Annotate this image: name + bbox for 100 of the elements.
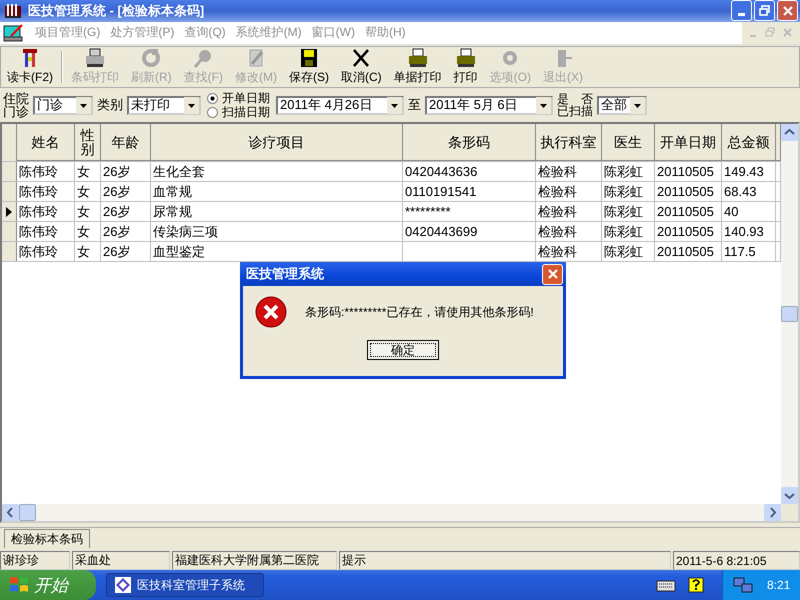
scroll-up-icon[interactable] xyxy=(781,124,798,142)
table-cell: 陈彩虹 xyxy=(602,222,655,242)
restore-button[interactable] xyxy=(754,0,775,22)
dialog-title: 医技管理系统 xyxy=(246,265,324,283)
table-cell: 20110505 xyxy=(655,182,722,202)
to-label: 至 xyxy=(408,96,421,114)
column-header[interactable] xyxy=(776,124,781,162)
table-cell: 26岁 xyxy=(101,182,151,202)
scroll-left-icon[interactable] xyxy=(2,504,19,522)
column-header[interactable]: 性别 xyxy=(75,124,101,162)
table-cell: 血型鉴定 xyxy=(151,242,403,262)
table-cell: 陈彩虹 xyxy=(602,182,655,202)
status-panel: 福建医科大学附属第二医院 xyxy=(172,551,337,570)
table-cell: 女 xyxy=(75,162,101,182)
scroll-thumb[interactable] xyxy=(19,504,36,522)
scan-dropdown[interactable]: 全部 xyxy=(597,96,647,115)
source-dropdown[interactable]: 门诊 xyxy=(33,96,93,115)
scroll-down-icon[interactable] xyxy=(781,487,798,504)
row-header[interactable] xyxy=(2,202,17,222)
scroll-thumb[interactable] xyxy=(781,306,798,322)
date-radio-button[interactable]: 扫描日期 xyxy=(207,106,270,120)
category-label: 类别 xyxy=(97,96,123,114)
table-cell: 20110505 xyxy=(655,242,722,262)
window-tab[interactable]: 检验标本条码 xyxy=(4,529,90,548)
error-message: 条形码:*********已存在，请使用其他条形码! xyxy=(305,304,534,320)
table-cell: 陈彩虹 xyxy=(602,162,655,182)
scan-no-label: 否 xyxy=(581,93,593,106)
table-cell: 陈伟玲 xyxy=(17,182,75,202)
column-header[interactable]: 诊疗项目 xyxy=(151,124,403,162)
current-row-icon xyxy=(6,206,12,217)
app-icon xyxy=(115,577,131,593)
clock: 8:21 xyxy=(767,578,790,592)
table-cell: 26岁 xyxy=(101,162,151,182)
date-radio-button[interactable]: 开单日期 xyxy=(207,92,270,105)
table-cell: 血常规 xyxy=(151,182,403,202)
table-cell: 女 xyxy=(75,182,101,202)
start-button[interactable]: 开始 xyxy=(0,570,96,600)
table-cell: 陈伟玲 xyxy=(17,222,75,242)
status-panel: 提示 xyxy=(339,551,671,570)
document-icon xyxy=(3,24,25,42)
table-cell: 26岁 xyxy=(101,242,151,262)
table-cell: 女 xyxy=(75,242,101,262)
table-cell: 0420443636 xyxy=(403,162,536,182)
toolbar-button[interactable]: 单据打印 xyxy=(390,48,446,86)
source-label: 住院门诊 xyxy=(3,92,29,118)
table-cell: 陈彩虹 xyxy=(602,242,655,262)
column-header[interactable]: 医生 xyxy=(602,124,655,162)
window-title: 医技管理系统 - [检验标本条码] xyxy=(28,2,204,20)
scrollbar-corner xyxy=(781,504,798,522)
error-icon xyxy=(255,296,287,328)
minimize-button[interactable] xyxy=(731,0,752,22)
table-cell: 女 xyxy=(75,222,101,242)
ok-button[interactable]: 确定 xyxy=(367,340,439,360)
restore-icon xyxy=(758,4,770,17)
table-cell: 149.43 xyxy=(722,162,776,182)
taskbar-button[interactable]: 医技科室管理子系统 xyxy=(106,573,264,597)
close-button[interactable] xyxy=(542,264,563,284)
table-cell: 陈伟玲 xyxy=(17,202,75,222)
date-to-field[interactable]: 2011年 5月 6日 xyxy=(425,96,553,115)
close-icon xyxy=(782,4,794,17)
app-icon xyxy=(4,2,22,19)
table-cell: 检验科 xyxy=(536,182,602,202)
table-cell: 68.43 xyxy=(722,182,776,202)
windows-logo-icon xyxy=(8,575,30,595)
help-icon[interactable] xyxy=(688,577,704,593)
table-cell: 检验科 xyxy=(536,242,602,262)
table-cell: 0110191541 xyxy=(403,182,536,202)
table-cell: 20110505 xyxy=(655,202,722,222)
table-cell: 陈伟玲 xyxy=(17,242,75,262)
table-cell: 检验科 xyxy=(536,222,602,242)
toolbar-button[interactable]: 读卡(F2) xyxy=(3,48,57,86)
status-panel: 谢珍珍 xyxy=(0,551,70,570)
table-cell: 检验科 xyxy=(536,202,602,222)
column-header[interactable]: 年龄 xyxy=(101,124,151,162)
date-from-field[interactable]: 2011年 4月26日 xyxy=(276,96,404,115)
column-header[interactable]: 姓名 xyxy=(17,124,75,162)
toolbar-button[interactable]: 打印 xyxy=(450,48,482,86)
network-icon[interactable] xyxy=(733,576,753,594)
table-cell: 20110505 xyxy=(655,222,722,242)
scanned-label: 已扫描 xyxy=(557,105,593,118)
column-header[interactable]: 总金额 xyxy=(722,124,776,162)
table-cell: 检验科 xyxy=(536,162,602,182)
column-header[interactable]: 开单日期 xyxy=(655,124,722,162)
table-cell: 尿常规 xyxy=(151,202,403,222)
category-dropdown[interactable]: 未打印 xyxy=(127,96,201,115)
scroll-right-icon[interactable] xyxy=(764,504,781,522)
column-header[interactable]: 执行科室 xyxy=(536,124,602,162)
close-button[interactable] xyxy=(777,0,798,22)
table-cell: 生化全套 xyxy=(151,162,403,182)
table-cell: 20110505 xyxy=(655,162,722,182)
table-cell: 140.93 xyxy=(722,222,776,242)
keyboard-icon[interactable] xyxy=(656,578,676,592)
table-cell: 陈彩虹 xyxy=(602,202,655,222)
table-cell: 26岁 xyxy=(101,222,151,242)
toolbar-button[interactable]: 保存(S) xyxy=(285,48,333,86)
table-cell: 传染病三项 xyxy=(151,222,403,242)
table-cell: ********* xyxy=(403,202,536,222)
table-cell: 117.5 xyxy=(722,242,776,262)
toolbar-button[interactable]: 取消(C) xyxy=(337,48,386,86)
column-header[interactable]: 条形码 xyxy=(403,124,536,162)
